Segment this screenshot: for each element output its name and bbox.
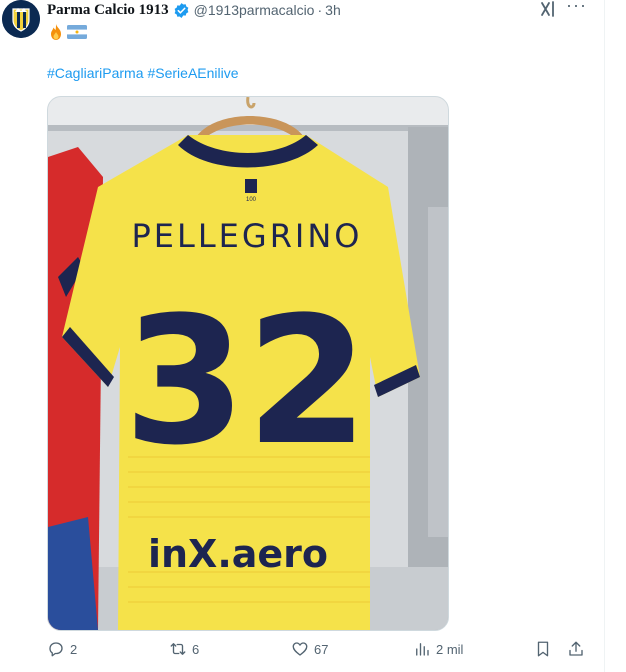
grok-icon[interactable] <box>540 1 556 17</box>
jersey-number: 32 <box>124 279 369 484</box>
repost-icon <box>170 643 186 655</box>
jersey-name: PELLEGRINO <box>132 217 363 255</box>
handle[interactable]: @1913parmacalcio <box>194 2 315 18</box>
jersey-photo: 100 PELLEGRINO 32 inX.aero <box>48 97 448 630</box>
parma-crest-icon <box>2 0 40 38</box>
post-image[interactable]: 100 PELLEGRINO 32 inX.aero <box>47 96 449 631</box>
share-button[interactable] <box>567 640 585 658</box>
display-name[interactable]: Parma Calcio 1913 <box>47 2 169 19</box>
timestamp[interactable]: 3h <box>325 2 341 18</box>
hashtag-link[interactable]: #CagliariParma <box>47 65 143 81</box>
bookmark-button[interactable] <box>534 640 552 658</box>
verified-badge-icon <box>174 2 189 18</box>
post-text: #CagliariParma #SerieAEnilive <box>47 65 243 81</box>
separator: · <box>317 2 323 18</box>
repost-button[interactable]: 6 <box>169 640 199 658</box>
more-options-icon[interactable]: ··· <box>566 0 586 16</box>
jersey-sponsor: inX.aero <box>148 532 328 576</box>
hashtag-link[interactable]: #SerieAEnilive <box>147 65 238 81</box>
fire-emoji <box>51 24 61 40</box>
heart-icon <box>292 642 308 656</box>
bio-emojis <box>47 23 87 41</box>
post-header: Parma Calcio 1913 @1913parmacalcio · 3h <box>47 1 341 19</box>
like-button[interactable]: 67 <box>291 640 328 658</box>
timeline-divider <box>604 0 605 672</box>
views-button[interactable]: 2 mil <box>413 640 463 658</box>
reply-button[interactable]: 2 <box>47 640 77 658</box>
svg-text:100: 100 <box>246 197 257 203</box>
post-actions: 2 6 67 2 mil <box>47 640 592 664</box>
view-count: 2 mil <box>436 641 464 657</box>
repost-count: 6 <box>192 641 200 657</box>
like-count: 67 <box>314 641 329 657</box>
reply-count: 2 <box>70 641 78 657</box>
bookmark-icon <box>537 641 549 657</box>
share-icon <box>569 641 583 656</box>
views-chart-icon <box>416 643 429 656</box>
reply-icon <box>49 642 63 657</box>
avatar[interactable] <box>2 0 40 38</box>
argentina-flag-emoji <box>67 25 87 39</box>
